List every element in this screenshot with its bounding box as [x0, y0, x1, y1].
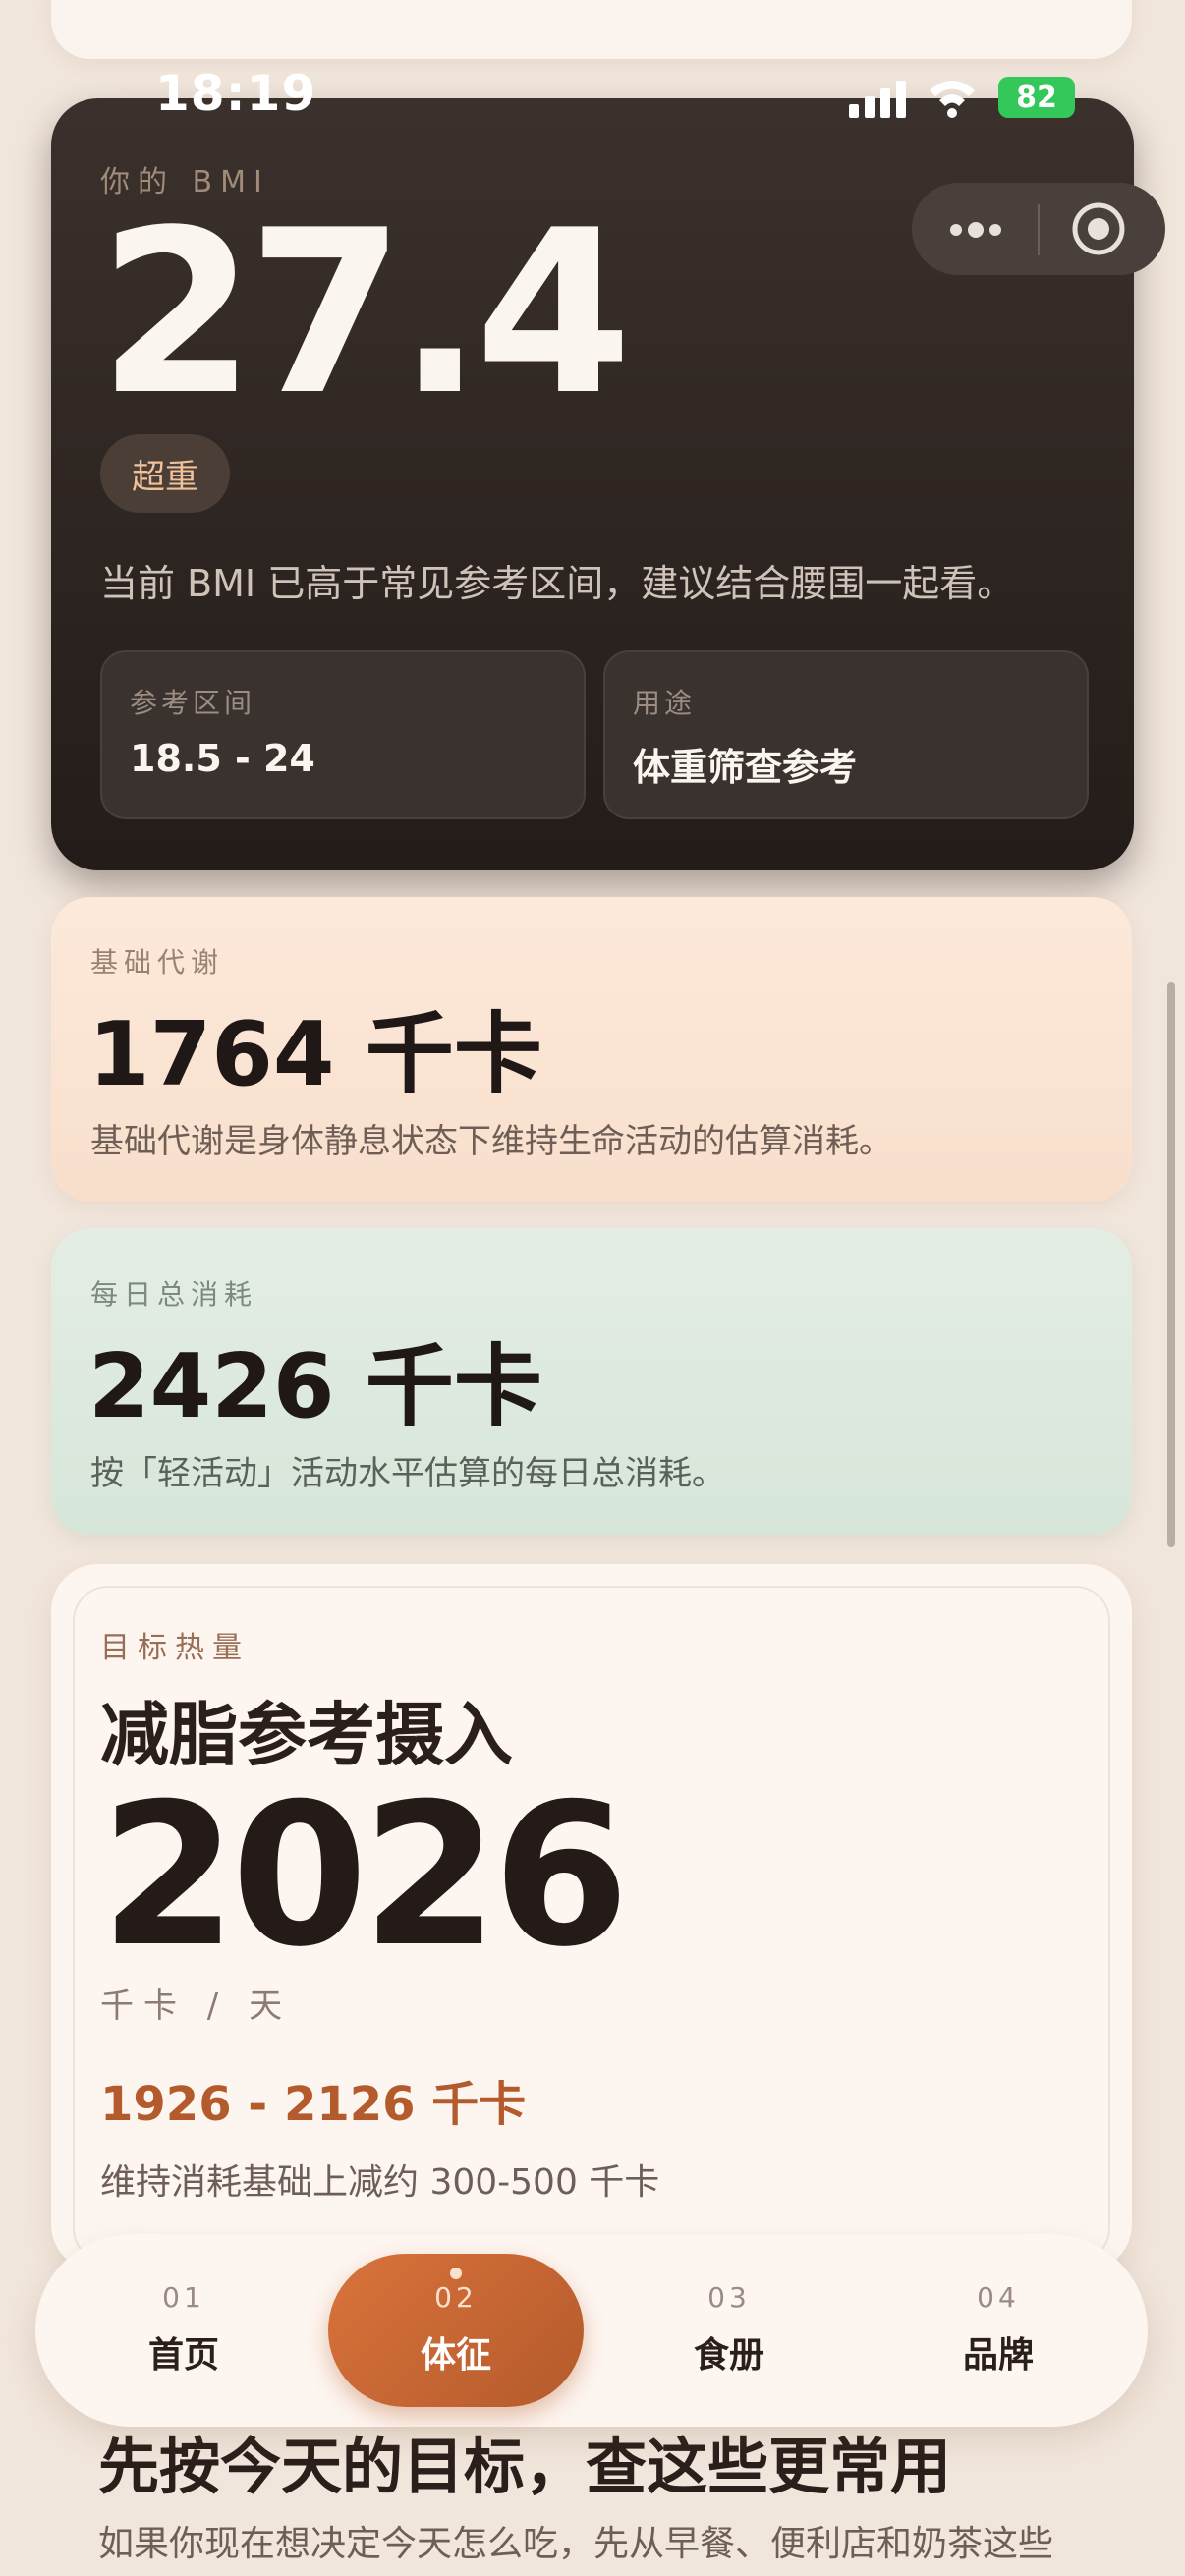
target-range: 1926 - 2126 千卡 — [100, 2077, 527, 2132]
cellular-signal-icon — [849, 81, 906, 118]
section-heading: 先按今天的目标，查这些更常用 — [98, 2431, 952, 2502]
tab-number: 03 — [707, 2281, 751, 2314]
target-eyebrow: 目标热量 — [100, 1631, 250, 1665]
tab-brands[interactable]: 04 品牌 — [910, 2234, 1087, 2427]
bmr-description: 基础代谢是身体静息状态下维持生命活动的估算消耗。 — [90, 1122, 892, 1161]
capsule-divider — [1038, 204, 1040, 255]
tab-food-book[interactable]: 03 食册 — [641, 2234, 818, 2427]
scrollbar[interactable] — [1167, 982, 1175, 1547]
tab-body-metrics[interactable]: 02 体征 — [328, 2234, 584, 2427]
bmi-status-badge: 超重 — [100, 434, 230, 513]
tab-number: 01 — [162, 2281, 205, 2314]
reference-range-label: 参考区间 — [130, 687, 256, 719]
close-miniprogram-icon[interactable] — [1071, 201, 1126, 256]
tdee-label: 每日总消耗 — [90, 1278, 258, 1311]
tab-label: 首页 — [147, 2335, 219, 2376]
tab-home[interactable]: 01 首页 — [95, 2234, 272, 2427]
tab-label: 体征 — [420, 2335, 491, 2376]
more-options-icon[interactable] — [941, 204, 1010, 255]
target-note: 维持消耗基础上减约 300-500 千卡 — [100, 2162, 660, 2203]
reference-range-tile — [100, 650, 586, 819]
tab-label: 食册 — [693, 2335, 764, 2376]
target-unit: 千卡 / 天 — [100, 1987, 293, 2026]
tab-number: 04 — [977, 2281, 1020, 2314]
status-time: 18:19 — [155, 65, 317, 122]
usage-label: 用途 — [633, 687, 697, 719]
usage-tile — [603, 650, 1089, 819]
previous-card — [51, 0, 1132, 59]
section-text: 如果你现在想决定今天怎么吃，先从早餐、便利店和奶茶这些 — [98, 2524, 1054, 2564]
bmi-description: 当前 BMI 已高于常见参考区间，建议结合腰围一起看。 — [100, 562, 1015, 605]
tdee-value: 2426 千卡 — [88, 1335, 542, 1438]
bmr-value: 1764 千卡 — [88, 1003, 542, 1106]
bmi-value: 27.4 — [98, 183, 632, 445]
tab-label: 品牌 — [962, 2335, 1034, 2376]
reference-range-value: 18.5 - 24 — [130, 737, 315, 780]
usage-value: 体重筛查参考 — [633, 746, 858, 789]
bmr-label: 基础代谢 — [90, 946, 225, 979]
tab-number: 02 — [434, 2281, 478, 2314]
battery-indicator: 82 — [998, 77, 1075, 118]
wifi-icon — [930, 81, 975, 118]
tdee-description: 按「轻活动」活动水平估算的每日总消耗。 — [90, 1454, 725, 1493]
target-calories-value: 2026 — [100, 1762, 630, 1990]
